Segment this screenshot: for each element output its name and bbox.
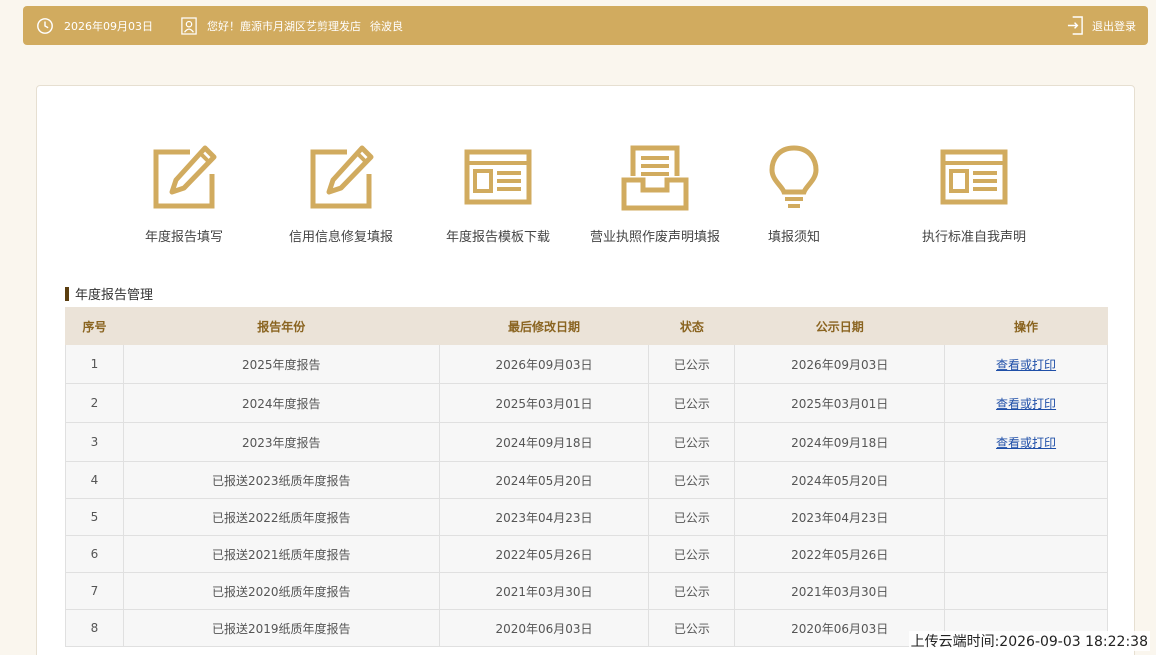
- cell-action: [944, 498, 1108, 536]
- nav-credit-repair[interactable]: 信用信息修复填报: [266, 144, 416, 245]
- table-row: 3 2023年度报告 2024年09月18日 已公示 2024年09月18日 查…: [65, 422, 1108, 462]
- cell-no: 4: [65, 461, 124, 499]
- cell-modified: 2023年04月23日: [438, 498, 650, 536]
- cell-modified: 2024年05月20日: [438, 461, 650, 499]
- logout-label: 退出登录: [1092, 19, 1136, 33]
- cell-modified: 2024年09月18日: [438, 422, 650, 462]
- cell-year: 2023年度报告: [122, 422, 440, 462]
- cell-published: 2024年09月18日: [734, 422, 946, 462]
- main-card: 年度报告填写 信用信息修复填报 年度报告模板下载 营业执照作废声明填报 填报须知…: [36, 85, 1135, 655]
- cell-status: 已公示: [648, 383, 736, 423]
- cell-no: 5: [65, 498, 124, 536]
- cell-published: 2026年09月03日: [734, 344, 946, 384]
- cell-action: [944, 572, 1108, 610]
- nav-label: 信用信息修复填报: [288, 230, 393, 245]
- cell-published: 2024年05月20日: [734, 461, 946, 499]
- table-row: 5 已报送2022纸质年度报告 2023年04月23日 已公示 2023年04月…: [65, 498, 1108, 536]
- cell-no: 8: [65, 609, 124, 647]
- cell-year: 2024年度报告: [122, 383, 440, 423]
- cell-action: [944, 461, 1108, 499]
- table-row: 6 已报送2021纸质年度报告 2022年05月26日 已公示 2022年05月…: [65, 535, 1108, 573]
- username: 徐波良: [370, 19, 403, 33]
- cell-year: 已报送2021纸质年度报告: [122, 535, 440, 573]
- col-header-status: 状态: [648, 307, 736, 345]
- cell-year: 已报送2019纸质年度报告: [122, 609, 440, 647]
- col-header-action: 操作: [944, 307, 1108, 345]
- cell-status: 已公示: [648, 609, 736, 647]
- section-title-text: 年度报告管理: [75, 288, 154, 303]
- cell-action: 查看或打印: [944, 422, 1108, 462]
- greeting-text: 您好！鹿源市月湖区艺剪理发店: [207, 19, 361, 33]
- cell-no: 7: [65, 572, 124, 610]
- col-header-no: 序号: [65, 307, 124, 345]
- section-marker: [65, 286, 69, 301]
- cell-modified: 2026年09月03日: [438, 344, 650, 384]
- logout-button[interactable]: 退出登录: [1067, 16, 1136, 35]
- nav-label: 年度报告填写: [144, 230, 223, 245]
- cell-status: 已公示: [648, 498, 736, 536]
- view-print-link[interactable]: 查看或打印: [996, 358, 1056, 372]
- cell-year: 已报送2020纸质年度报告: [122, 572, 440, 610]
- table-row: 2 2024年度报告 2025年03月01日 已公示 2025年03月01日 查…: [65, 383, 1108, 423]
- nav-annual-report-fill[interactable]: 年度报告填写: [109, 144, 259, 245]
- clock-icon: [37, 17, 53, 34]
- cell-no: 3: [65, 422, 124, 462]
- cell-no: 6: [65, 535, 124, 573]
- user-icon: [181, 16, 197, 35]
- cell-year: 2025年度报告: [122, 344, 440, 384]
- report-table: 序号 报告年份 最后修改日期 状态 公示日期 操作 1 2025年度报告 202…: [65, 307, 1108, 647]
- table-row: 1 2025年度报告 2026年09月03日 已公示 2026年09月03日 查…: [65, 344, 1108, 384]
- cell-status: 已公示: [648, 422, 736, 462]
- cell-modified: 2022年05月26日: [438, 535, 650, 573]
- nav-label: 年度报告模板下载: [445, 230, 550, 245]
- cell-action: 查看或打印: [944, 383, 1108, 423]
- section-title: 年度报告管理: [65, 284, 153, 303]
- view-print-link[interactable]: 查看或打印: [996, 436, 1056, 450]
- edit-icon: [153, 145, 217, 209]
- template-icon: [464, 149, 532, 205]
- col-header-year: 报告年份: [122, 307, 440, 345]
- cell-year: 已报送2022纸质年度报告: [122, 498, 440, 536]
- col-header-modified: 最后修改日期: [438, 307, 650, 345]
- cell-status: 已公示: [648, 535, 736, 573]
- cell-published: 2021年03月30日: [734, 572, 946, 610]
- view-print-link[interactable]: 查看或打印: [996, 397, 1056, 411]
- template-icon: [940, 149, 1008, 205]
- logout-icon: [1067, 16, 1083, 35]
- cell-published: 2025年03月01日: [734, 383, 946, 423]
- cell-modified: 2021年03月30日: [438, 572, 650, 610]
- table-header-row: 序号 报告年份 最后修改日期 状态 公示日期 操作: [65, 307, 1108, 345]
- nav-label: 营业执照作废声明填报: [589, 230, 720, 245]
- nav-notice[interactable]: 填报须知: [719, 144, 869, 245]
- cell-published: 2023年04月23日: [734, 498, 946, 536]
- col-header-published: 公示日期: [734, 307, 946, 345]
- top-bar: 2026年09月03日 您好！鹿源市月湖区艺剪理发店 徐波良 退出登录: [23, 6, 1148, 45]
- function-nav: 年度报告填写 信用信息修复填报 年度报告模板下载 营业执照作废声明填报 填报须知…: [134, 144, 1074, 245]
- cell-no: 1: [65, 344, 124, 384]
- cell-no: 2: [65, 383, 124, 423]
- inbox-icon: [621, 145, 689, 211]
- cell-published: 2022年05月26日: [734, 535, 946, 573]
- cell-action: 查看或打印: [944, 344, 1108, 384]
- lightbulb-icon: [769, 145, 819, 208]
- nav-license-void[interactable]: 营业执照作废声明填报: [580, 144, 730, 245]
- cell-status: 已公示: [648, 344, 736, 384]
- cell-status: 已公示: [648, 461, 736, 499]
- cell-year: 已报送2023纸质年度报告: [122, 461, 440, 499]
- table-row: 7 已报送2020纸质年度报告 2021年03月30日 已公示 2021年03月…: [65, 572, 1108, 610]
- cell-modified: 2020年06月03日: [438, 609, 650, 647]
- cell-modified: 2025年03月01日: [438, 383, 650, 423]
- cell-action: [944, 535, 1108, 573]
- nav-standard-declaration[interactable]: 执行标准自我声明: [899, 144, 1049, 245]
- cell-status: 已公示: [648, 572, 736, 610]
- nav-template-download[interactable]: 年度报告模板下载: [423, 144, 573, 245]
- current-date: 2026年09月03日: [64, 19, 153, 33]
- nav-label: 执行标准自我声明: [921, 230, 1026, 245]
- table-row: 4 已报送2023纸质年度报告 2024年05月20日 已公示 2024年05月…: [65, 461, 1108, 499]
- upload-timestamp: 上传云端时间:2026-09-03 18:22:38: [908, 631, 1150, 651]
- edit-icon: [310, 145, 374, 209]
- nav-label: 填报须知: [767, 230, 820, 245]
